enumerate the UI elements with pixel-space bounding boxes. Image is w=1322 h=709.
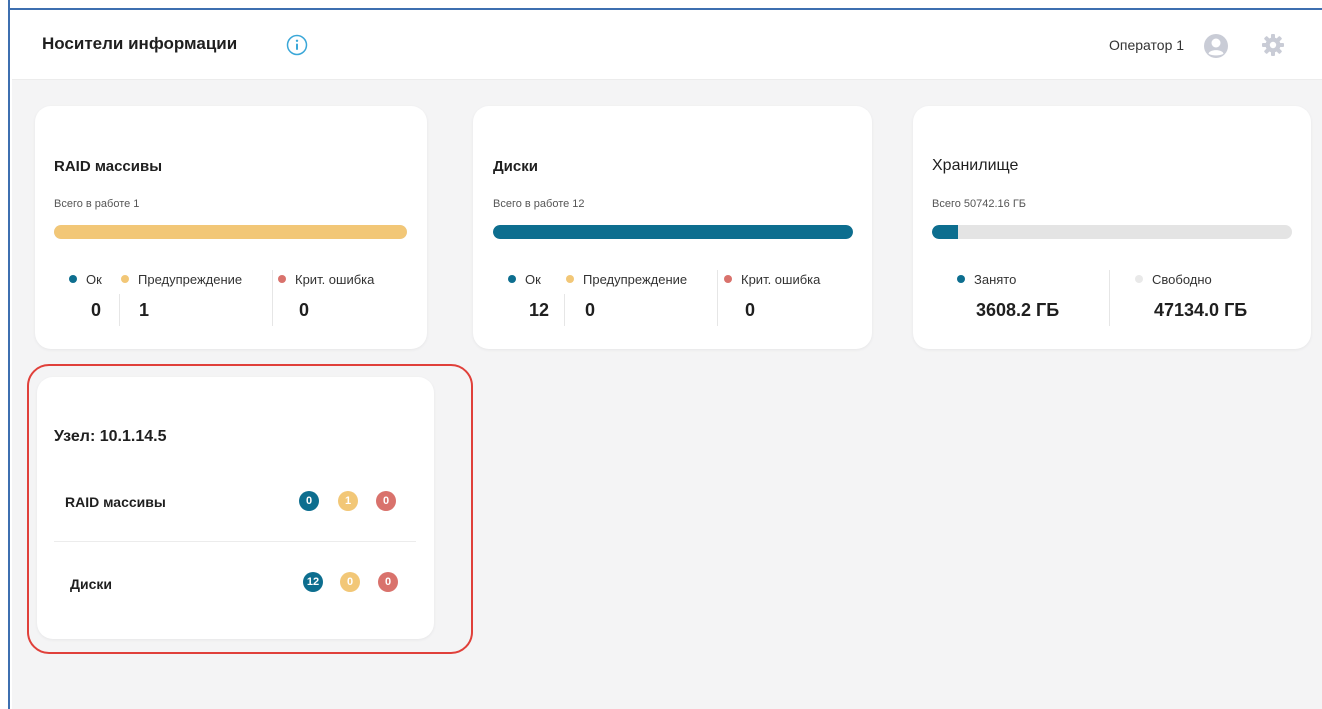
warning-dot-icon: [121, 275, 129, 283]
raid-critical-value: 0: [299, 300, 310, 320]
disks-legend-critical: Крит. ошибка: [724, 272, 820, 287]
disks-ok-value: 12: [529, 300, 550, 320]
gear-icon[interactable]: [1260, 32, 1286, 58]
storage-summary-card[interactable]: Хранилище Всего 50742.16 ГБ Занято Свобо…: [913, 106, 1311, 349]
highlight-annotation: [27, 364, 473, 654]
storage-legend-used: Занято: [957, 272, 1016, 287]
disks-divider-1: [564, 294, 565, 326]
free-dot-icon: [1135, 275, 1143, 283]
storage-divider: [1109, 270, 1110, 326]
raid-divider-1: [119, 294, 120, 326]
window-frame-left: [0, 0, 10, 709]
ok-dot-icon: [508, 275, 516, 283]
disks-critical-value: 0: [745, 300, 756, 320]
disks-legend-critical-text: Крит. ошибка: [741, 272, 821, 287]
critical-dot-icon: [278, 275, 286, 283]
app-root: Носители информации Оператор 1 RAID масс…: [12, 12, 1322, 709]
raid-legend-critical: Крит. ошибка: [278, 272, 374, 287]
disks-divider-2: [717, 270, 718, 326]
storage-free-value: 47134.0 ГБ: [1154, 300, 1248, 320]
operator-name[interactable]: Оператор 1: [1109, 37, 1184, 53]
storage-card-title: Хранилище: [932, 157, 1019, 174]
disks-legend-ok: Ок: [508, 272, 541, 287]
raid-divider-2: [272, 270, 273, 326]
disks-legend-warning: Предупреждение: [566, 272, 687, 287]
disks-warning-value: 0: [585, 300, 596, 320]
warning-dot-icon: [566, 275, 574, 283]
disks-progress-bar: [493, 225, 853, 239]
raid-card-subtitle: Всего в работе 1: [54, 198, 140, 210]
storage-legend-free-text: Свободно: [1152, 272, 1212, 287]
storage-used-value: 3608.2 ГБ: [976, 300, 1060, 320]
ok-dot-icon: [69, 275, 77, 283]
info-icon[interactable]: [286, 34, 308, 56]
disks-progress-fill: [493, 225, 853, 239]
storage-legend-free: Свободно: [1135, 272, 1212, 287]
storage-card-subtitle: Всего 50742.16 ГБ: [932, 198, 1027, 210]
storage-usage-fill: [932, 225, 958, 239]
critical-dot-icon: [724, 275, 732, 283]
raid-card-title: RAID массивы: [54, 158, 163, 175]
user-avatar-icon[interactable]: [1203, 33, 1229, 59]
window-frame-top: [10, 0, 1322, 10]
disks-legend-warning-text: Предупреждение: [583, 272, 688, 287]
raid-warning-value: 1: [139, 300, 150, 320]
raid-progress-bar: [54, 225, 407, 239]
raid-summary-card[interactable]: RAID массивы Всего в работе 1 Ок Предупр…: [35, 106, 427, 349]
disks-card-subtitle: Всего в работе 12: [493, 198, 585, 210]
page-header: Носители информации Оператор 1: [12, 12, 1322, 80]
raid-legend-critical-text: Крит. ошибка: [295, 272, 375, 287]
disks-card-title: Диски: [493, 158, 538, 175]
page-title: Носители информации: [42, 34, 238, 53]
raid-legend-ok-text: Ок: [86, 272, 102, 287]
raid-progress-fill: [54, 225, 407, 239]
raid-legend-warning: Предупреждение: [121, 272, 242, 287]
storage-legend-used-text: Занято: [974, 272, 1017, 287]
disks-summary-card[interactable]: Диски Всего в работе 12 Ок Предупреждени…: [473, 106, 872, 349]
used-dot-icon: [957, 275, 965, 283]
disks-legend-ok-text: Ок: [525, 272, 541, 287]
raid-ok-value: 0: [91, 300, 102, 320]
storage-usage-bar: [932, 225, 1292, 239]
raid-legend-warning-text: Предупреждение: [138, 272, 243, 287]
raid-legend-ok: Ок: [69, 272, 102, 287]
